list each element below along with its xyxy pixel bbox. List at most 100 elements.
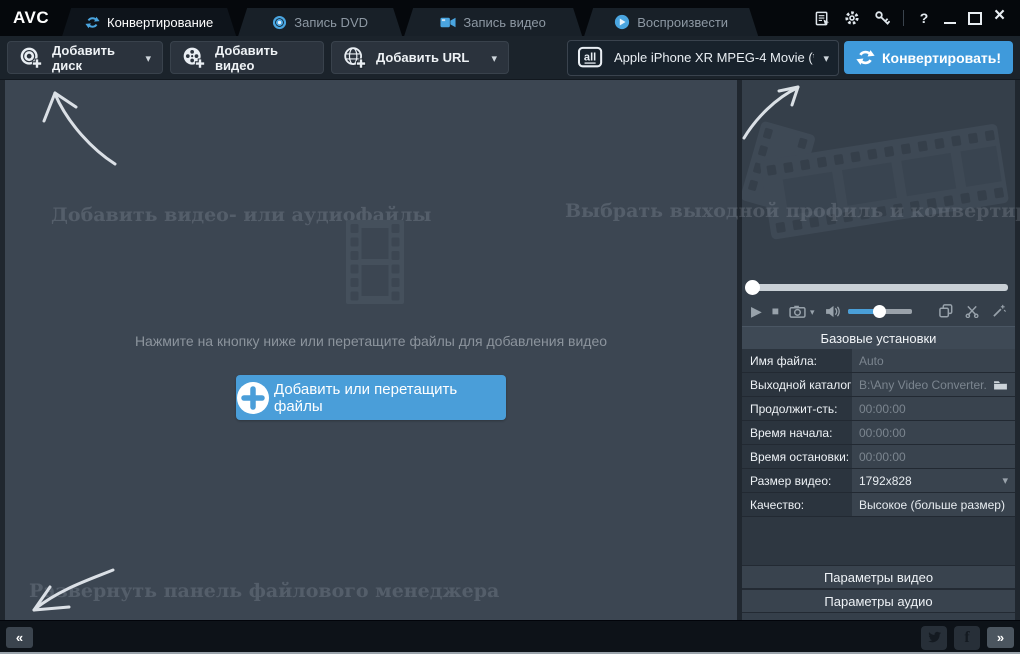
player-controls: ▶ ■ [742,296,1015,326]
add-files-button[interactable]: Добавить или перетащить файлы [236,375,506,420]
disc-icon [272,15,287,30]
app-window: AVC Конвертирование Запись DVD Запись ви… [0,0,1020,654]
setting-label: Размер видео: [742,469,852,492]
add-files-label: Добавить или перетащить файлы [274,381,506,415]
expand-panel-button[interactable]: » [987,627,1014,648]
tab-play[interactable]: Воспроизвести [584,8,758,36]
add-url-label: Добавить URL [376,50,469,65]
tab-bar: Конвертирование Запись DVD Запись видео … [62,0,760,36]
preview-area [742,80,1015,278]
hand-drawn-arrow [744,88,797,138]
log-document-icon[interactable] [813,9,831,27]
film-strip-graphic [742,80,1015,278]
volume-fill [848,309,877,314]
tab-label: Конвертирование [107,15,213,30]
add-video-label: Добавить видео [215,43,312,73]
tab-label: Запись DVD [294,15,368,30]
audio-params-expander[interactable]: Параметры аудио [742,589,1015,613]
facebook-f-icon: f [964,629,969,647]
collapse-file-manager-button[interactable]: « [6,627,33,648]
setting-label: Продолжит-сть: [742,397,852,420]
globe-plus-icon [343,46,367,70]
setting-label: Время начала: [742,421,852,444]
film-reel-plus-icon [182,46,206,70]
snapshot-camera-icon[interactable] [789,305,806,318]
all-profiles-icon: all [577,46,605,70]
maximize-button[interactable] [968,12,982,25]
play-icon[interactable]: ▶ [751,304,762,318]
magic-wand-effects-icon[interactable] [992,304,1006,318]
statusbar-right: f » [921,626,1014,650]
table-row: Продолжит-сть: 00:00:00 [742,397,1015,420]
play-circle-icon [614,14,630,30]
profile-value: Apple iPhone XR MPEG-4 Movie (*.m... [614,50,814,65]
scissors-trim-icon[interactable] [965,305,980,318]
add-disc-label: Добавить диск [52,43,136,73]
seek-slider[interactable] [742,278,1015,296]
volume-knob[interactable] [873,305,886,318]
video-size-select[interactable]: 1792x828 [852,469,1015,492]
volume-slider[interactable] [848,309,912,314]
video-params-expander[interactable]: Параметры видео [742,565,1015,589]
copy-clip-icon[interactable] [939,304,953,318]
add-video-button[interactable]: Добавить видео [170,41,324,74]
film-strip-icon [333,220,417,309]
settings-gear-icon[interactable] [843,9,861,27]
chevron-down-icon[interactable] [1002,474,1008,487]
table-row: Качество: Высокое (больше размер) [742,493,1015,516]
seek-track[interactable] [749,284,1008,291]
minimize-button[interactable] [944,22,956,24]
tab-label: Воспроизвести [637,15,728,30]
setting-label: Качество: [742,493,852,516]
watermark-file-manager: Развернуть панель файлового менеджера [29,580,499,602]
twitter-button[interactable] [921,626,947,650]
browse-folder-icon[interactable] [993,379,1008,390]
camcorder-icon [440,16,456,29]
panel-filler [742,517,1015,565]
toolbar: Добавить диск Добавить видео Добавить UR… [0,36,1020,80]
snapshot-menu-caret-icon[interactable] [810,302,815,320]
output-folder-value: B:\Any Video Converter... [859,378,987,392]
table-row: Время начала: 00:00:00 [742,421,1015,444]
tab-convert[interactable]: Конвертирование [62,8,236,36]
license-key-icon[interactable] [873,9,891,27]
duration-field[interactable]: 00:00:00 [852,397,1015,420]
setting-label: Выходной каталог: [742,373,852,396]
output-folder-field[interactable]: B:\Any Video Converter... [852,373,1015,396]
quality-select[interactable]: Высокое (больше размер) [852,493,1015,516]
status-bar: « f » [0,620,1020,654]
output-profile-select[interactable]: all Apple iPhone XR MPEG-4 Movie (*.m... [567,40,839,76]
table-row: Выходной каталог: B:\Any Video Converter… [742,373,1015,396]
plus-circle-icon [236,381,270,415]
tab-burn-dvd[interactable]: Запись DVD [238,8,402,36]
output-panel: ▶ ■ [742,80,1015,620]
seek-knob[interactable] [745,280,760,295]
file-drop-area[interactable]: Добавить видео- или аудиофайлы Нажмите н… [5,80,737,620]
basic-settings-header: Базовые установки [742,326,1015,349]
start-time-field[interactable]: 00:00:00 [852,421,1015,444]
speaker-icon[interactable] [825,305,842,318]
setting-label: Имя файла: [742,349,852,372]
add-url-button[interactable]: Добавить URL [331,41,509,74]
convert-button[interactable]: Конвертировать! [844,41,1013,74]
chevron-down-icon[interactable] [145,50,151,65]
convert-refresh-icon [856,48,875,67]
help-button[interactable]: ? [916,10,932,26]
svg-text:all: all [584,51,596,63]
titlebar-controls: ? [813,0,1020,36]
panel-bottom-pad [742,613,1015,620]
hand-drawn-arrows [5,80,737,620]
titlebar-separator [903,10,904,26]
facebook-button[interactable]: f [954,626,980,650]
video-size-value: 1792x828 [859,474,912,488]
filename-field[interactable]: Auto [852,349,1015,372]
chevron-down-icon[interactable] [823,50,829,65]
app-logo: AVC [0,0,62,36]
tab-record-video[interactable]: Запись видео [404,8,582,36]
close-button[interactable] [994,11,1008,25]
convert-icon [85,15,100,30]
add-disc-button[interactable]: Добавить диск [7,41,163,74]
chevron-down-icon[interactable] [491,50,497,65]
stop-time-field[interactable]: 00:00:00 [852,445,1015,468]
stop-icon[interactable]: ■ [772,305,779,317]
